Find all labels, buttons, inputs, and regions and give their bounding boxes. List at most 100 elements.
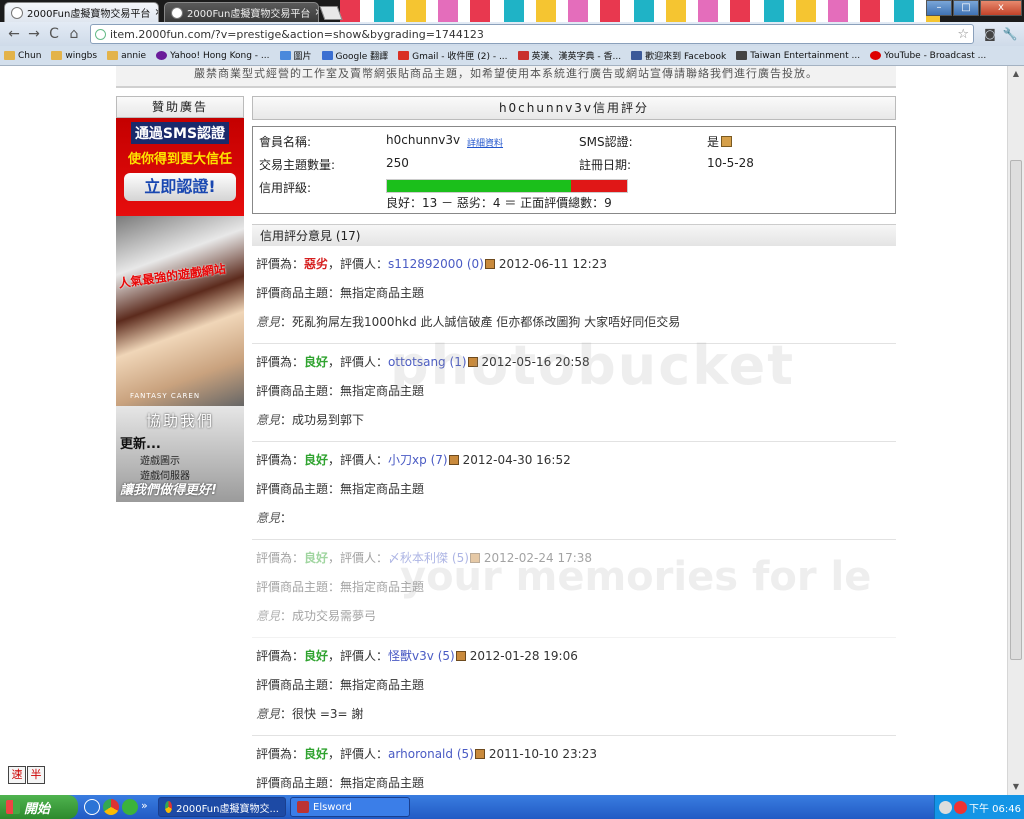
url-text: item.2000fun.com/?v=prestige&action=show… (110, 27, 484, 41)
quick-launch: » (84, 799, 154, 815)
rater-link[interactable]: 怪獸v3v (5) (388, 649, 455, 663)
antivirus-icon[interactable] (954, 800, 967, 814)
taskbar: 開始 » 2000Fun虛擬寶物交... Elsword 下午 06:46 (0, 795, 1024, 819)
bookmark-wingbs[interactable]: wingbs (51, 51, 97, 61)
sms-verify-button[interactable]: 立即認證! (124, 173, 236, 201)
rater-link[interactable]: s112892000 (0) (388, 257, 484, 271)
browser-toolbar: ← → C ⌂ item.2000fun.com/?v=prestige&act… (0, 22, 1024, 46)
feedback-icon[interactable] (484, 259, 495, 269)
game-ad-banner[interactable]: 人氣最強的遊戲網站 FANTASY CAREN (116, 216, 244, 406)
scroll-down-icon[interactable]: ▼ (1008, 779, 1024, 795)
folder-icon (4, 51, 15, 60)
rater-link[interactable]: arhoronald (5) (388, 747, 474, 761)
ime-indicator: 速 半 (8, 766, 46, 784)
bookmark-facebook[interactable]: 歡迎來到 Facebook (631, 49, 726, 62)
maximize-button[interactable]: □ (953, 0, 979, 16)
folder-icon (51, 51, 63, 60)
rater-link[interactable]: 小刀xp (7) (388, 453, 448, 467)
review-rating-row: 評價為：良好，評價人：怪獸v3v (5) 2012-01-28 19:06 (256, 646, 892, 675)
close-window-button[interactable]: x (980, 0, 1022, 16)
feedback-icon[interactable] (448, 455, 459, 465)
help-us-slogan: 讓我們做得更好! (120, 483, 217, 498)
green-app-icon[interactable] (122, 799, 138, 815)
sidebar-title: 贊助廣告 (116, 96, 244, 118)
rating-tag: 良好 (304, 747, 329, 761)
taskbar-item-elsword[interactable]: Elsword (290, 797, 410, 817)
topic-value: 無指定商品主題 (340, 776, 425, 790)
page-viewport: 嚴禁商業型式經營的工作室及賣幣網張貼商品主題，如希望使用本系統進行廣告或網站宣傳… (0, 66, 1007, 795)
rating-tag: 良好 (304, 649, 329, 663)
network-icon[interactable] (939, 800, 952, 814)
photobucket-watermark-tagline: your memories for le (400, 554, 872, 600)
member-name-value: h0chunnv3v (386, 133, 461, 147)
rater-label: ，評價人： (328, 747, 389, 761)
bookmark-gmail[interactable]: Gmail - 收件匣 (2) - ... (398, 49, 508, 62)
review-note-row: 意見：成功易到郭下 (256, 410, 892, 439)
yahoo-icon (156, 51, 168, 60)
address-bar[interactable]: item.2000fun.com/?v=prestige&action=show… (90, 24, 974, 44)
taskbar-item-chrome[interactable]: 2000Fun虛擬寶物交... (158, 797, 286, 817)
windows-flag-icon (6, 800, 20, 814)
sms-ad-banner[interactable]: 通過SMS認證 使你得到更大信任 立即認證! (116, 118, 244, 216)
scroll-thumb[interactable] (1010, 160, 1022, 660)
eval-label: 評價為： (256, 551, 305, 565)
review-topic-row: 評價商品主題：無指定商品主題 (256, 479, 892, 508)
register-date-label: 註冊日期: (579, 158, 632, 172)
tab-title: 2000Fun虛擬寶物交易平台 (187, 9, 311, 20)
bookmark-annie[interactable]: annie (107, 51, 146, 61)
topics-value: 250 (386, 156, 409, 170)
bookmark-chun[interactable]: Chun (4, 51, 41, 61)
tab-close-icon[interactable]: × (310, 7, 318, 18)
tab-title: 2000Fun虛擬寶物交易平台 (27, 9, 151, 20)
quick-launch-more[interactable]: » (141, 799, 151, 815)
review-item: 評價為：良好，評價人：arhoronald (5) 2011-10-10 23:2… (252, 736, 896, 795)
member-name-label: 會員名稱: (259, 135, 312, 149)
sms-value: 是 (707, 133, 733, 150)
vertical-scrollbar[interactable]: ▲ ▼ (1007, 66, 1024, 795)
bookmark-yahoo[interactable]: Yahoo! Hong Kong - ... (156, 51, 270, 61)
rater-label: ，評價人： (328, 453, 389, 467)
bookmark-google-translate[interactable]: Google 翻譯 (321, 49, 388, 62)
forward-icon[interactable]: → (24, 26, 44, 42)
note-colon: ： (280, 609, 293, 623)
chrome-icon[interactable] (103, 799, 119, 815)
tab-inactive[interactable]: 2000Fun虛擬寶物交易平台 × (164, 2, 319, 22)
tab-strip: 2000Fun虛擬寶物交易平台 × 2000Fun虛擬寶物交易平台 × – □ … (0, 0, 1024, 22)
help-us-banner[interactable]: 協助我們 更新... 遊戲圖示 遊戲伺服器 讓我們做得更好! (116, 406, 244, 502)
rating-bar-bad (570, 180, 627, 192)
bookmark-youtube[interactable]: YouTube - Broadcast ... (870, 51, 986, 61)
start-button[interactable]: 開始 (0, 795, 78, 819)
wrench-icon[interactable]: 🔧 (1000, 27, 1020, 41)
feedback-icon[interactable] (455, 651, 466, 661)
review-item: 評價為：良好，評價人：小刀xp (7) 2012-04-30 16:52 評價商品主… (252, 442, 896, 540)
reload-icon[interactable]: C (44, 26, 64, 42)
bookmark-dictionary[interactable]: 英漢、漢英字典 - 香... (517, 49, 621, 62)
bookmark-images[interactable]: 圖片 (279, 49, 312, 62)
home-icon[interactable]: ⌂ (64, 26, 84, 42)
rater-label: ，評價人： (328, 257, 389, 271)
rating-bar-good (387, 180, 571, 192)
tab-close-icon[interactable]: × (150, 7, 158, 18)
back-icon[interactable]: ← (4, 26, 24, 42)
sms-label: SMS認證: (579, 135, 633, 149)
tab-active[interactable]: 2000Fun虛擬寶物交易平台 × (4, 2, 159, 22)
verified-icon (721, 136, 733, 147)
help-us-title: 協助我們 (145, 412, 214, 430)
rating-bar (386, 179, 628, 193)
ie-icon[interactable] (84, 799, 100, 815)
review-list: 評價為：惡劣，評價人：s112892000 (0) 2012-06-11 12:2… (252, 246, 896, 795)
review-item: 評價為：惡劣，評價人：s112892000 (0) 2012-06-11 12:2… (252, 246, 896, 344)
scroll-up-icon[interactable]: ▲ (1008, 66, 1024, 82)
ime-width-button[interactable]: 半 (27, 766, 45, 784)
translate-icon (321, 51, 333, 60)
site-favicon-icon (11, 6, 23, 19)
detail-link[interactable]: 詳細資料 (467, 136, 503, 149)
extension-icon[interactable]: ◙ (980, 27, 1000, 41)
bookmark-star-icon[interactable]: ☆ (957, 27, 969, 42)
rater-label: ，評價人： (328, 355, 389, 369)
feedback-icon[interactable] (474, 749, 485, 759)
bookmark-taiwan-ent[interactable]: Taiwan Entertainment ... (736, 51, 860, 61)
bookmarks-bar: Chun wingbs annie Yahoo! Hong Kong - ...… (0, 46, 1024, 66)
ime-mode-button[interactable]: 速 (8, 766, 26, 784)
minimize-button[interactable]: – (926, 0, 952, 16)
